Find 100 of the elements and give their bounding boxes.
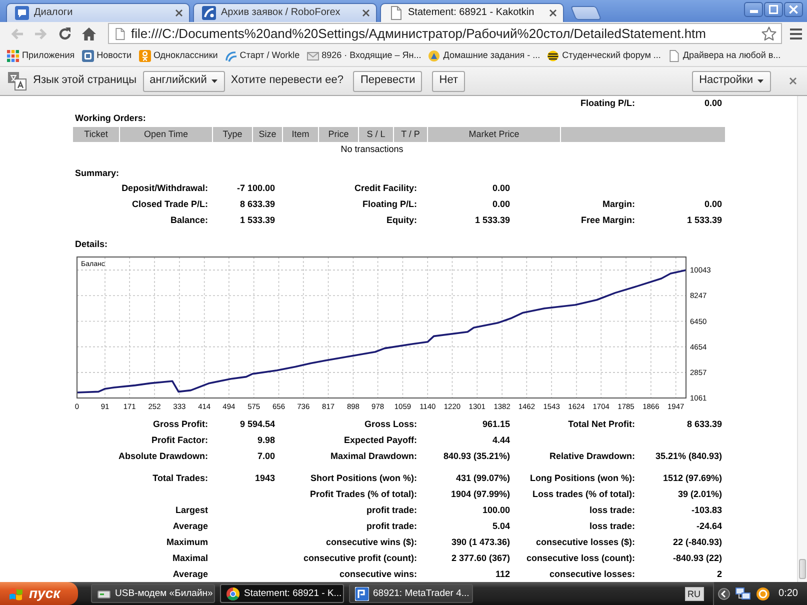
summary-value: 8 633.39 — [238, 198, 275, 210]
stat-value: 840.93 (35.21%) — [442, 450, 510, 462]
bookmark-link[interactable]: Одноклассники — [138, 50, 218, 62]
scrollbar-track[interactable] — [797, 96, 807, 582]
stat-label: Maximal — [171, 552, 208, 564]
show-hidden-icons-button[interactable] — [718, 588, 730, 600]
stat-label: loss trade: — [588, 504, 635, 516]
clock-text: 0:20 — [778, 588, 798, 600]
summary-label: Equity: — [386, 214, 417, 226]
close-icon — [549, 9, 557, 17]
summary-value: 1 533.39 — [238, 214, 275, 226]
translate-prompt: Язык этой страницы — [33, 74, 137, 88]
browser-tab[interactable]: Диалоги — [6, 3, 190, 22]
reload-icon — [56, 26, 72, 42]
taskbar-item[interactable]: USB-модем «Билайн» — [91, 584, 215, 603]
browser-tab[interactable]: Архив заявок / RoboForex — [193, 3, 377, 22]
summary-value: 1 533.39 — [474, 214, 510, 226]
stat-label: Gross Profit: — [152, 418, 208, 430]
maximize-icon — [769, 5, 778, 14]
column-header: Price — [319, 127, 358, 142]
caret-icon — [757, 78, 764, 84]
start-button[interactable]: пуск — [0, 582, 78, 605]
column-header: T / P — [394, 127, 427, 142]
stat-label: consecutive loss (count): — [525, 552, 635, 564]
close-button[interactable] — [784, 2, 803, 17]
close-icon — [175, 9, 183, 17]
summary-label: Credit Facility: — [353, 182, 417, 194]
address-field[interactable]: file:///C:/Documents%20and%20Settings/Администратор/Рабочий%20стол/DetailedStatement.htm — [108, 23, 782, 44]
bookmark-star-button[interactable] — [761, 26, 777, 42]
striped-ball-icon — [547, 50, 560, 62]
close-icon — [789, 5, 798, 14]
translate-question: Хотите перевести ее? — [230, 74, 344, 88]
chevron-left-icon — [718, 588, 730, 600]
stat-label: Expected Payoff: — [342, 434, 417, 446]
star-icon — [761, 26, 777, 42]
minimize-button[interactable] — [744, 2, 763, 17]
forward-arrow-icon — [32, 26, 48, 42]
stat-label: Total Net Profit: — [567, 418, 635, 430]
summary-value: 0.00 — [491, 182, 510, 194]
column-header: Ticket — [73, 127, 119, 142]
section-title: Summary: — [74, 167, 120, 180]
stat-label: Average — [172, 568, 208, 580]
summary-label: Balance: — [169, 214, 208, 226]
summary-label: Margin: — [602, 198, 635, 210]
browser-tab[interactable]: Statement: 68921 - Kakotkin — [380, 3, 564, 22]
summary-label: Closed Trade P/L: — [130, 198, 208, 210]
scrollbar-thumb[interactable] — [799, 559, 806, 579]
stat-label: profit trade: — [366, 520, 417, 532]
section-title: Working Orders: — [74, 112, 147, 125]
summary-value: -7 100.00 — [236, 182, 275, 194]
bookmark-link[interactable]: Домашние задания - ... — [428, 50, 540, 62]
stat-label: consecutive wins: — [338, 568, 417, 580]
bookmark-link[interactable]: Драйвера на любой в... — [668, 50, 781, 62]
language-dropdown[interactable]: английский — [142, 70, 225, 92]
bookmark-link[interactable]: Студенческий форум ... — [547, 50, 661, 62]
empty-table-message: No transactions — [340, 143, 404, 156]
menu-button[interactable] — [789, 26, 803, 40]
bookmark-link[interactable]: 8926 · Входящие – Ян... — [306, 50, 422, 62]
stat-value: 9 594.54 — [238, 418, 275, 430]
stat-label: Absolute Drawdown: — [118, 450, 208, 462]
close-tab-button[interactable] — [361, 8, 371, 18]
stat-value: 1512 (97.69%) — [662, 472, 722, 484]
stat-label: consecutive losses ($): — [534, 536, 635, 548]
stat-value: -840.93 (22) — [672, 552, 722, 564]
summary-label: Deposit/Withdrawal: — [120, 182, 208, 194]
stat-value: 39 (2.01%) — [676, 488, 722, 500]
stat-label: Profit Trades (% of total): — [308, 488, 417, 500]
new-tab-button[interactable] — [570, 6, 602, 20]
swirl-icon — [224, 50, 237, 62]
close-bar-button[interactable] — [787, 75, 799, 87]
bookmark-link[interactable]: Новости — [82, 50, 132, 62]
translate-icon — [7, 71, 27, 91]
maximize-button[interactable] — [764, 2, 783, 17]
translate-button[interactable]: Перевести — [353, 70, 422, 92]
decline-button[interactable]: Нет — [432, 70, 465, 92]
stat-value: 390 (1 473.36) — [450, 536, 510, 548]
minimize-icon — [750, 10, 758, 13]
summary-label: Free Margin: — [580, 214, 635, 226]
stat-label: consecutive losses: — [548, 568, 635, 580]
stat-value: 112 — [494, 568, 510, 580]
page-icon — [668, 50, 680, 62]
stat-label: Largest — [174, 504, 208, 516]
round-badge-icon — [756, 586, 770, 600]
close-tab-button[interactable] — [174, 8, 184, 18]
taskbar-item[interactable]: Statement: 68921 - K... — [220, 584, 344, 603]
stat-label: Short Positions (won %): — [310, 472, 417, 484]
account-label: Floating P/L: — [580, 98, 635, 108]
bookmark-link[interactable]: Приложения — [7, 50, 75, 62]
bookmark-link[interactable]: Старт / Workle — [224, 50, 300, 62]
language-indicator[interactable]: RU — [684, 586, 704, 600]
stat-value: 100.00 — [481, 504, 510, 516]
stat-value: 431 (99.07%) — [454, 472, 510, 484]
stat-value: 4.44 — [491, 434, 510, 446]
summary-value: 0.00 — [703, 198, 722, 210]
back-arrow-icon — [8, 26, 24, 42]
close-tab-button[interactable] — [548, 8, 558, 18]
account-value: 0.00 — [703, 98, 722, 108]
taskbar-item[interactable]: 68921: MetaTrader 4... — [349, 584, 473, 603]
summary-value: 1 533.39 — [686, 214, 722, 226]
settings-dropdown[interactable]: Настройки — [692, 70, 771, 92]
